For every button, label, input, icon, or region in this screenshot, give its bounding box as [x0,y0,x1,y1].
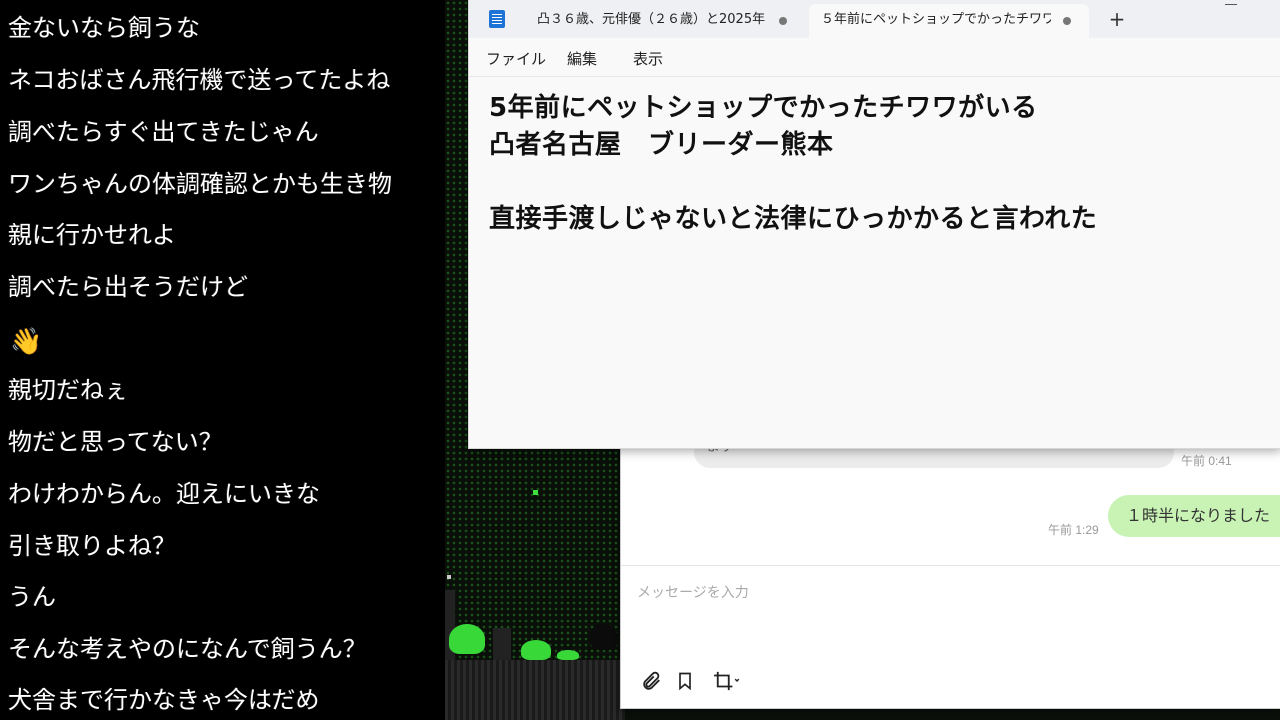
minimize-icon[interactable] [1221,0,1241,8]
unsaved-dot-icon [1063,17,1071,25]
menu-bar: ファイル 編集 表示 [469,38,1280,77]
comment: 物だと思ってない？ [8,428,223,456]
tab-document-1[interactable]: 凸３６歳、元俳優（２６歳）と2025年 [525,4,805,38]
paperclip-icon[interactable] [639,670,663,694]
menu-file[interactable]: ファイル [486,48,546,69]
green-spark [533,490,538,495]
pixel-tree [449,624,485,654]
tab-bar: 凸３６歳、元俳優（２６歳）と2025年 ５年前にペットショップでかったチワワがい… [469,0,1280,38]
pixel-bush [557,650,579,660]
editor-line: 凸者名古屋 ブリーダー熊本 [489,130,834,160]
outgoing-time: 午前 1:29 [1048,523,1099,537]
comment: 犬舎まで行かなきゃ今はだめ [8,686,320,714]
comment: 親に行かせれよ [8,221,176,249]
outgoing-message: １時半になりました [1108,495,1280,537]
crow-sprite [590,624,618,650]
waving-hand-emoji: 👋 [10,327,43,357]
notepad-icon [489,10,505,28]
menu-view[interactable]: 表示 [633,48,663,69]
comment: 調べたらすぐ出てきたじゃん [8,118,319,146]
unsaved-dot-icon [779,17,787,25]
comment: 調べたら出そうだけど [8,273,248,301]
editor-line: 直接手渡しじゃないと法律にひっかかると言われた [489,204,1098,234]
comment: ネコおばさん飛行機で送ってたよね [8,66,391,94]
incoming-time: 午前 0:41 [1181,454,1232,468]
comment: 金ないなら飼うな [8,14,200,42]
comment-stream: 金ないなら飼うな ネコおばさん飛行機で送ってたよね 調べたらすぐ出てきたじゃん … [0,0,445,720]
editor-line: 5年前にペットショップでかったチワワがいる [489,93,1038,123]
menu-edit[interactable]: 編集 [567,48,597,69]
chat-window: ます 午前 0:41 午前 1:29 １時半になりました [620,436,1280,709]
comment: わけわからん。迎えにいきな [8,480,320,508]
pillar [493,628,511,660]
crop-icon[interactable] [709,670,743,694]
message-input[interactable] [635,581,1239,605]
pixel-tree [521,640,551,660]
comment: うん [8,583,56,611]
comment: 親切だねぇ [8,376,128,404]
text-editor[interactable]: 5年前にペットショップでかったチワワがいる 凸者名古屋 ブリーダー熊本 直接手渡… [489,90,1249,430]
spark [447,575,451,579]
tab-document-2[interactable]: ５年前にペットショップでかったチワワがいる [809,4,1089,38]
comment: 引き取りよね？ [8,532,176,560]
comment: ワンちゃんの体調確認とかも生き物 [8,170,392,198]
divider [621,565,1280,566]
tab-title: ５年前にペットショップでかったチワワがいる [821,12,1051,27]
new-tab-plus-icon[interactable]: + [1105,6,1129,32]
notepad-window: 凸３６歳、元俳優（２６歳）と2025年 ５年前にペットショップでかったチワワがい… [468,0,1280,449]
bookmark-icon[interactable] [673,670,697,694]
comment: そんな考えやのになんで飼うん？ [8,635,367,663]
ground [445,660,625,720]
tab-title: 凸３６歳、元俳優（２６歳）と2025年 [537,12,766,27]
